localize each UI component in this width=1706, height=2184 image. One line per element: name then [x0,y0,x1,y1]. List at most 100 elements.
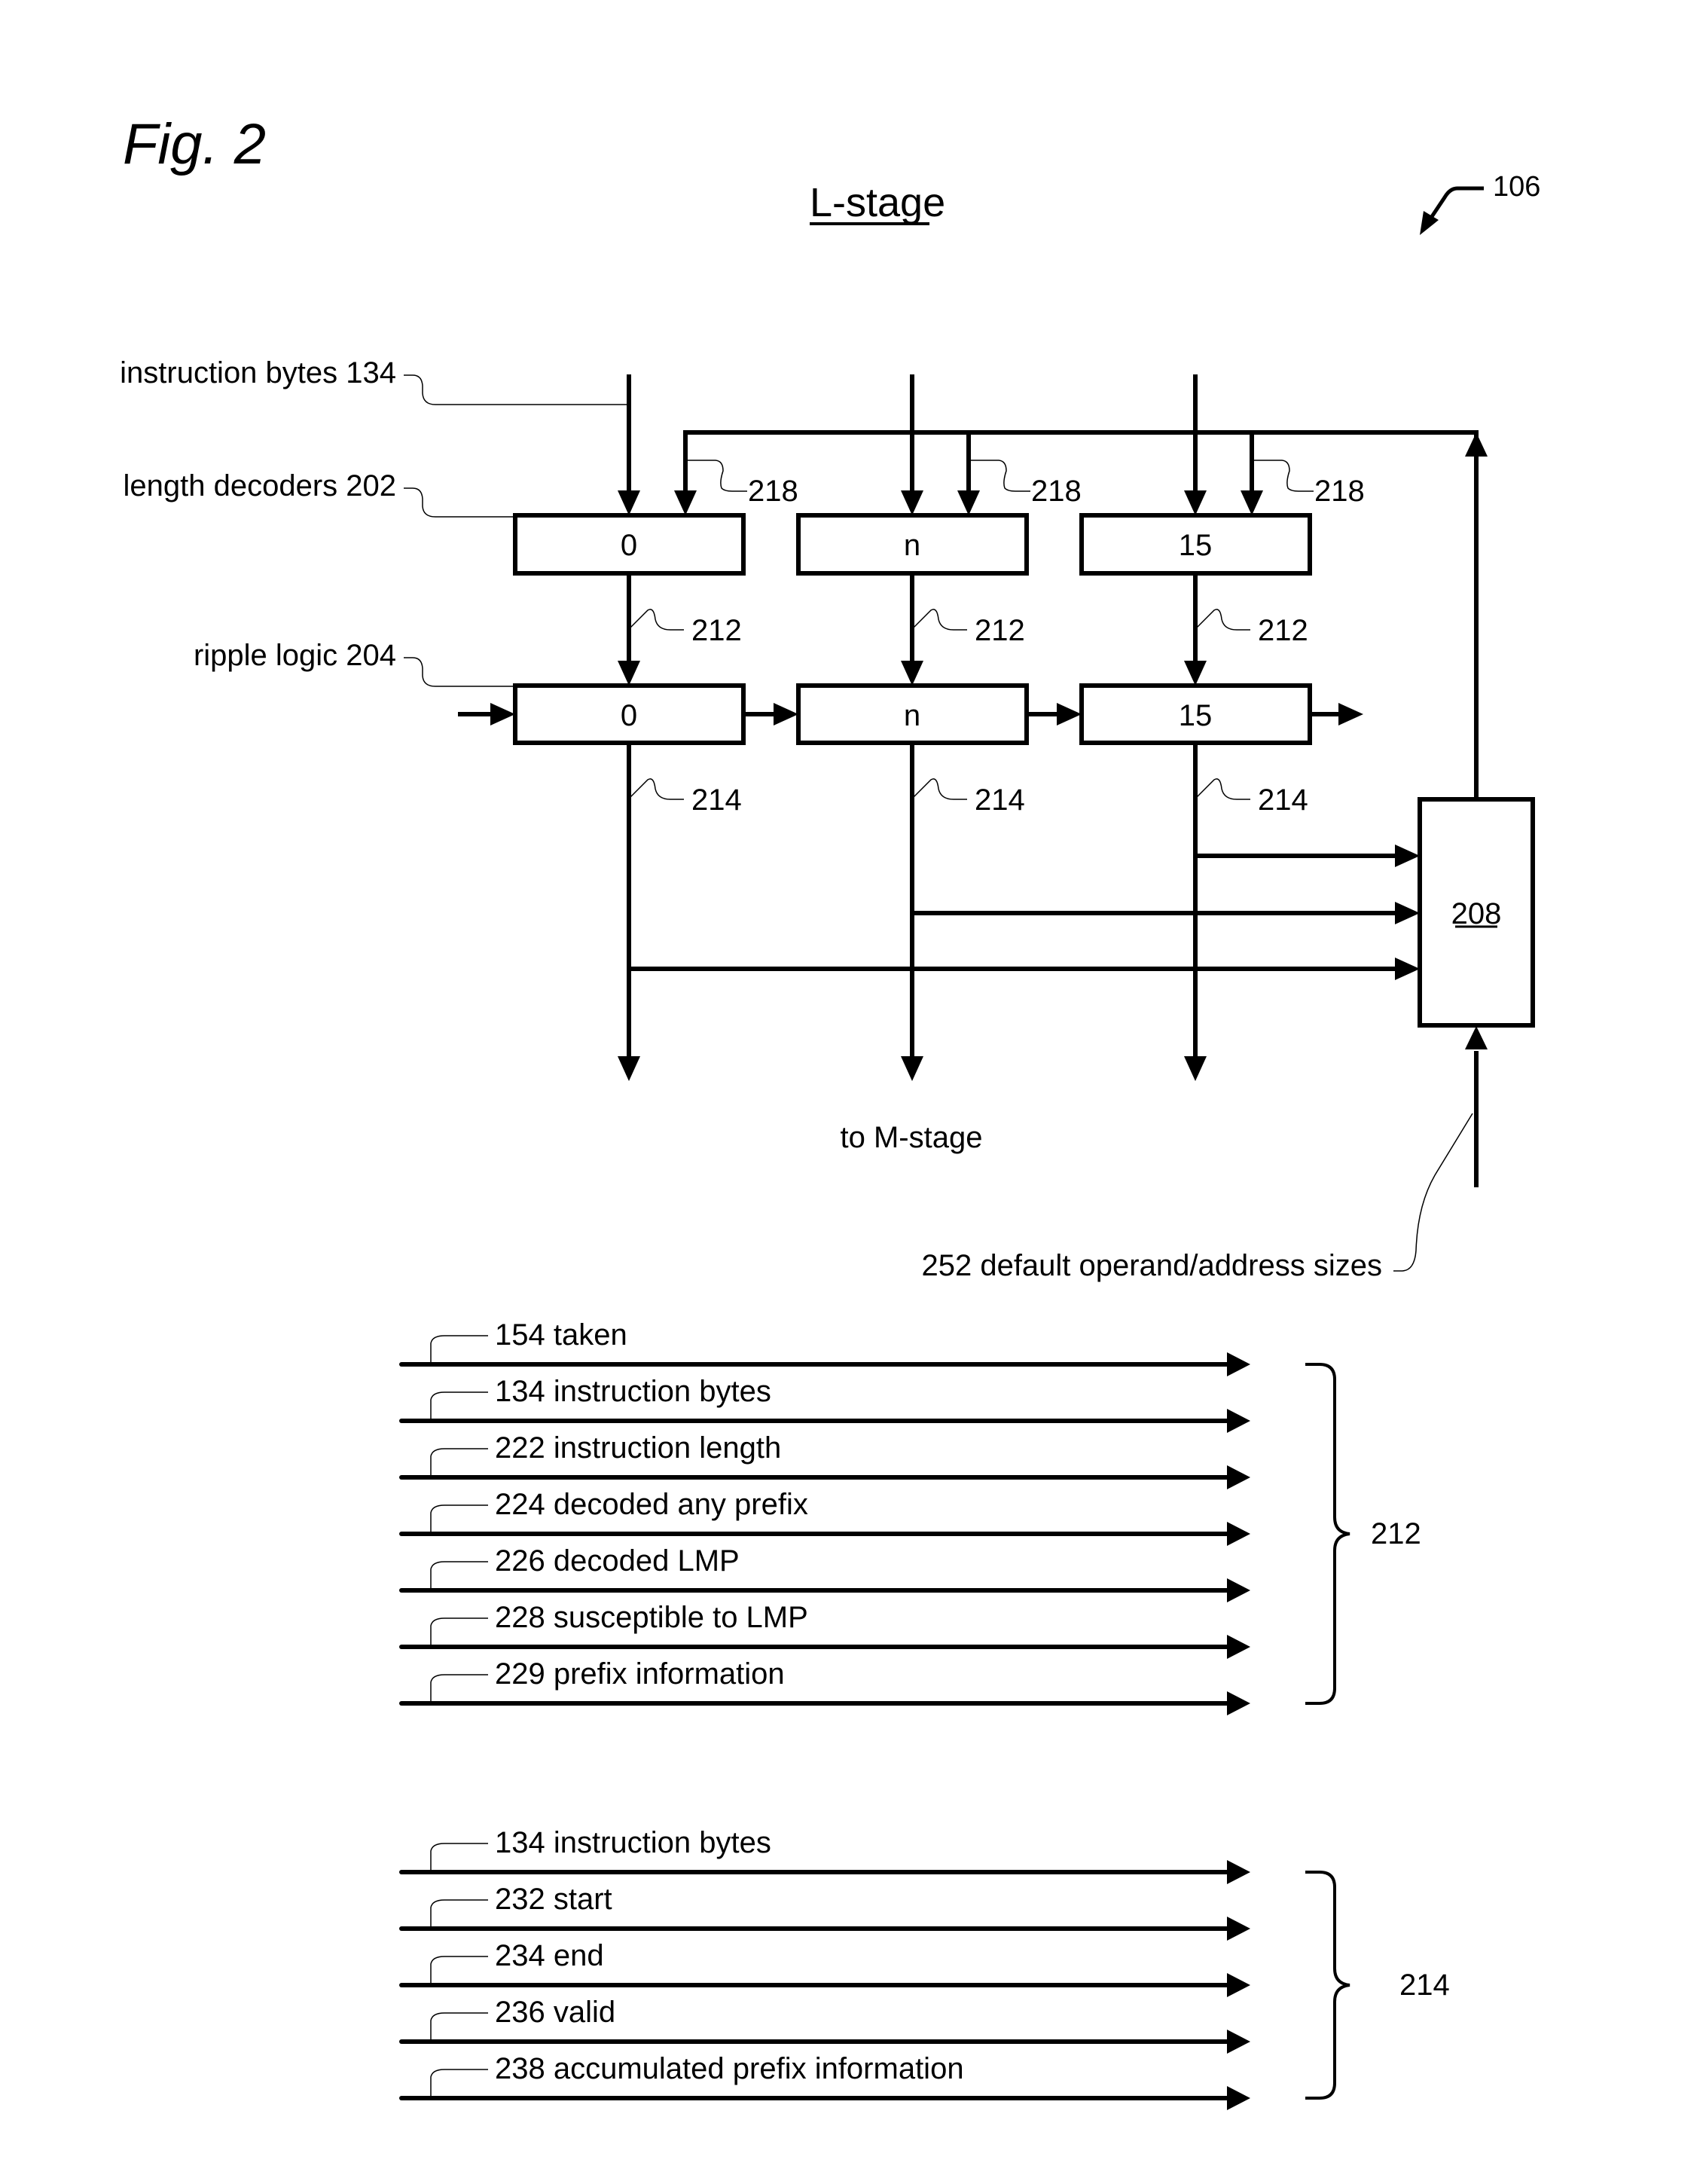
ref-218: 218 [748,475,798,508]
arrow-head-icon [1241,490,1263,515]
arrow-head-icon [1227,1860,1250,1884]
signal-leader [430,2012,488,2042]
signal-row: 238 accumulated prefix information [399,2052,1250,2110]
signal-group-214: 134 instruction bytes 232 start 234 end 236… [399,1826,1450,2110]
arrow-head-icon [490,703,515,725]
figure-label: Fig. 2 [123,112,266,176]
signal-leader [430,1674,488,1703]
arrow-head-icon [774,703,798,725]
group-brace [1305,1871,1350,2100]
signal-label: 134 instruction bytes [495,1375,771,1408]
arrow-head-icon [1395,902,1420,924]
group-ref-label: 214 [1399,1969,1450,2002]
arrow-head-icon [1227,1917,1250,1941]
leader-length-decoders [404,487,515,518]
signal-row: 134 instruction bytes [399,1375,1250,1433]
signal-row: 229 prefix information [399,1657,1250,1715]
signal-leader [430,1956,488,1985]
arrow-head-icon [1227,2086,1250,2110]
signal-label: 228 susceptible to LMP [495,1601,808,1634]
arrow-head-icon [1184,490,1207,515]
ref-212: 212 [691,614,742,647]
signal-label: 234 end [495,1939,604,1972]
arrow-head-icon [1395,845,1420,867]
signal-label: 236 valid [495,1996,615,2029]
ref-214: 214 [975,783,1025,817]
column-2: 218 15 212 15 214 [1026,374,1420,1081]
arrow-head-icon [618,490,640,515]
signal-label: 222 instruction length [495,1431,781,1465]
leader-218 [1252,460,1314,492]
arrow-head-icon [901,661,923,686]
arrow-head-icon [1395,958,1420,980]
signal-label: 229 prefix information [495,1657,785,1691]
signal-label: 232 start [495,1883,612,1916]
signal-row: 228 susceptible to LMP [399,1601,1250,1659]
group-ref-label: 212 [1371,1517,1421,1550]
arrow-head-icon [618,1056,640,1081]
arrow-head-icon [1227,1522,1250,1546]
signal-leader [430,1504,488,1534]
diagram-title: L-stage [810,180,945,225]
arrow-head-icon [1184,1056,1207,1081]
arrow-head-icon [1338,703,1363,725]
block-208-label: 208 [1451,897,1502,930]
leader-214 [630,778,684,800]
signal-label: 238 accumulated prefix information [495,2052,964,2085]
signal-row: 232 start [399,1883,1250,1941]
signal-leader [430,1843,488,1872]
arrow-head-icon [1227,2030,1250,2054]
length-decoder-label: 15 [1179,529,1213,562]
arrow-head-icon [1227,1352,1250,1376]
signal-leader [430,1899,488,1929]
default-sizes-input-arrow [1465,1026,1488,1187]
arrow-head-icon [1227,1465,1250,1489]
signal-row: 226 decoded LMP [399,1544,1250,1602]
label-length-decoders: length decoders 202 [124,469,397,502]
label-to-m-stage: to M-stage [841,1121,983,1154]
l-stage-diagram: Fig. 2 L-stage 106 instruction bytes 134… [120,112,1540,2110]
signal-row: 222 instruction length [399,1431,1250,1489]
ref-214: 214 [691,783,742,817]
ref-218: 218 [1314,475,1365,508]
label-default-sizes: 252 default operand/address sizes [921,1249,1382,1282]
arrow-head-icon [1227,1409,1250,1433]
leader-instruction-bytes [404,374,629,405]
label-ripple-logic: ripple logic 204 [194,639,396,672]
length-decoder-label: 0 [621,529,637,562]
signal-row: 224 decoded any prefix [399,1488,1250,1546]
leader-214 [1196,778,1250,800]
signal-group-212: 154 taken 134 instruction bytes 222 instru… [399,1318,1421,1715]
ref-212: 212 [975,614,1025,647]
signal-leader [430,1617,488,1647]
signal-leader [430,1391,488,1421]
ripple-logic-label: 15 [1179,699,1213,732]
arrow-head-icon [1227,1973,1250,1997]
leader-218 [685,460,747,492]
leader-default-sizes [1393,1113,1473,1272]
arrow-head-icon [1227,1691,1250,1715]
signal-leader [430,1335,488,1364]
ref-106: 106 [1493,171,1540,203]
ripple-logic-label: 0 [621,699,637,732]
signal-row: 236 valid [399,1996,1250,2054]
arrow-head-icon [618,661,640,686]
arrow-head-icon [901,1056,923,1081]
ref-218: 218 [1031,475,1082,508]
leader-218 [969,460,1030,492]
ref-214: 214 [1258,783,1308,817]
signal-label: 134 instruction bytes [495,1826,771,1859]
signal-row: 134 instruction bytes [399,1826,1250,1884]
leader-214 [913,778,967,800]
leader-212 [1196,609,1250,631]
arrow-head-icon [1227,1578,1250,1602]
signal-leader [430,1448,488,1477]
signal-leader [430,2069,488,2098]
signal-row: 154 taken [399,1318,1250,1376]
arrow-head-icon [1227,1635,1250,1659]
ref-212: 212 [1258,614,1308,647]
length-decoder-label: n [904,529,920,562]
arrow-head-icon [674,490,697,515]
arrow-head-icon [901,490,923,515]
signal-label: 226 decoded LMP [495,1544,740,1578]
